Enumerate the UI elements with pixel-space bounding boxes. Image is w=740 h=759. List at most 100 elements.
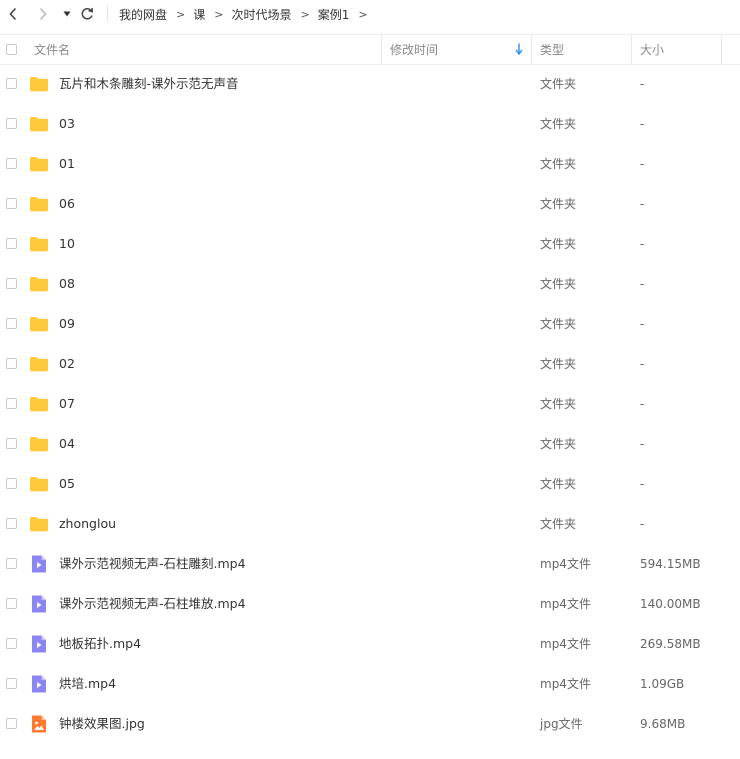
video-file-icon [29, 594, 49, 614]
file-name[interactable]: 02 [59, 344, 75, 384]
back-button[interactable] [4, 4, 22, 24]
file-type: 文件夹 [540, 437, 577, 451]
row-checkbox[interactable] [6, 78, 17, 89]
file-row[interactable]: 烘培.mp4 mp4文件 1.09GB [0, 664, 740, 704]
file-row[interactable]: 课外示范视频无声-石柱雕刻.mp4 mp4文件 594.15MB [0, 544, 740, 584]
row-checkbox[interactable] [6, 518, 17, 529]
row-checkbox[interactable] [6, 118, 17, 129]
folder-icon [29, 74, 49, 94]
breadcrumb-item[interactable]: 案例1 [318, 6, 350, 23]
row-checkbox[interactable] [6, 198, 17, 209]
file-name[interactable]: 09 [59, 304, 75, 344]
file-name[interactable]: 烘培.mp4 [59, 664, 116, 704]
file-row[interactable]: 04 文件夹 - [0, 424, 740, 464]
file-row[interactable]: 09 文件夹 - [0, 304, 740, 344]
file-size: - [640, 157, 645, 171]
chevron-right-icon [39, 7, 47, 21]
file-name[interactable]: 地板拓扑.mp4 [59, 624, 141, 664]
breadcrumb-item[interactable]: 课 [193, 6, 205, 23]
file-name[interactable]: 08 [59, 264, 75, 304]
column-divider[interactable] [381, 35, 382, 64]
row-checkbox[interactable] [6, 598, 17, 609]
column-header: 文件名 修改时间 类型 大小 [0, 34, 740, 65]
breadcrumb-item[interactable]: 我的网盘 [119, 6, 167, 23]
file-row[interactable]: 课外示范视频无声-石柱堆放.mp4 mp4文件 140.00MB [0, 584, 740, 624]
file-size: 594.15MB [640, 557, 701, 571]
file-type: mp4文件 [540, 597, 591, 611]
image-file-icon [29, 714, 49, 734]
sort-desc-icon [515, 43, 523, 58]
file-type: 文件夹 [540, 517, 577, 531]
file-name[interactable]: 课外示范视频无声-石柱堆放.mp4 [59, 584, 246, 624]
refresh-button[interactable] [78, 4, 96, 24]
file-name[interactable]: 04 [59, 424, 75, 464]
column-size[interactable]: 大小 [640, 35, 664, 64]
file-size: 269.58MB [640, 637, 701, 651]
file-type: 文件夹 [540, 477, 577, 491]
breadcrumb: 我的网盘 > 课 > 次时代场景 > 案例1 > [119, 0, 376, 28]
column-divider[interactable] [631, 35, 632, 64]
file-size: 1.09GB [640, 677, 685, 691]
file-name[interactable]: 钟楼效果图.jpg [59, 704, 145, 744]
file-size: - [640, 277, 645, 291]
row-checkbox[interactable] [6, 318, 17, 329]
file-size: - [640, 397, 645, 411]
file-name[interactable]: 07 [59, 384, 75, 424]
file-size: - [640, 357, 645, 371]
file-row[interactable]: 01 文件夹 - [0, 144, 740, 184]
video-file-icon [29, 674, 49, 694]
row-checkbox[interactable] [6, 718, 17, 729]
row-checkbox[interactable] [6, 478, 17, 489]
file-name[interactable]: 01 [59, 144, 75, 184]
file-row[interactable]: 05 文件夹 - [0, 464, 740, 504]
row-checkbox[interactable] [6, 238, 17, 249]
row-checkbox[interactable] [6, 558, 17, 569]
file-size: - [640, 77, 645, 91]
file-row[interactable]: 07 文件夹 - [0, 384, 740, 424]
folder-icon [29, 314, 49, 334]
file-name[interactable]: 10 [59, 224, 75, 264]
select-all-checkbox[interactable] [6, 44, 17, 55]
video-file-icon [29, 554, 49, 574]
file-size: - [640, 317, 645, 331]
file-row[interactable]: zhonglou 文件夹 - [0, 504, 740, 544]
file-row[interactable]: 08 文件夹 - [0, 264, 740, 304]
file-size: 9.68MB [640, 717, 686, 731]
file-row[interactable]: 03 文件夹 - [0, 104, 740, 144]
file-type: mp4文件 [540, 637, 591, 651]
row-checkbox[interactable] [6, 278, 17, 289]
file-size: - [640, 477, 645, 491]
row-checkbox[interactable] [6, 438, 17, 449]
folder-icon [29, 474, 49, 494]
file-row[interactable]: 10 文件夹 - [0, 224, 740, 264]
column-divider[interactable] [721, 35, 722, 64]
file-row[interactable]: 06 文件夹 - [0, 184, 740, 224]
file-row[interactable]: 地板拓扑.mp4 mp4文件 269.58MB [0, 624, 740, 664]
file-name[interactable]: 瓦片和木条雕刻-课外示范无声音 [59, 64, 239, 104]
column-divider[interactable] [531, 35, 532, 64]
file-type: mp4文件 [540, 677, 591, 691]
file-row[interactable]: 02 文件夹 - [0, 344, 740, 384]
file-type: 文件夹 [540, 317, 577, 331]
breadcrumb-item[interactable]: 次时代场景 [231, 6, 291, 23]
row-checkbox[interactable] [6, 678, 17, 689]
file-name[interactable]: 03 [59, 104, 75, 144]
file-type: jpg文件 [540, 717, 583, 731]
row-checkbox[interactable] [6, 398, 17, 409]
history-dropdown-button[interactable] [58, 4, 76, 24]
row-checkbox[interactable] [6, 358, 17, 369]
row-checkbox[interactable] [6, 158, 17, 169]
column-type[interactable]: 类型 [540, 35, 564, 64]
column-modified[interactable]: 修改时间 [390, 35, 438, 64]
breadcrumb-separator: > [300, 7, 310, 21]
file-name[interactable]: 05 [59, 464, 75, 504]
row-checkbox[interactable] [6, 638, 17, 649]
file-name[interactable]: zhonglou [59, 504, 116, 544]
file-name[interactable]: 课外示范视频无声-石柱雕刻.mp4 [59, 544, 246, 584]
file-name[interactable]: 06 [59, 184, 75, 224]
folder-icon [29, 394, 49, 414]
file-row[interactable]: 瓦片和木条雕刻-课外示范无声音 文件夹 - [0, 64, 740, 104]
forward-button[interactable] [34, 4, 52, 24]
file-row[interactable]: 钟楼效果图.jpg jpg文件 9.68MB [0, 704, 740, 744]
column-name[interactable]: 文件名 [34, 35, 70, 64]
